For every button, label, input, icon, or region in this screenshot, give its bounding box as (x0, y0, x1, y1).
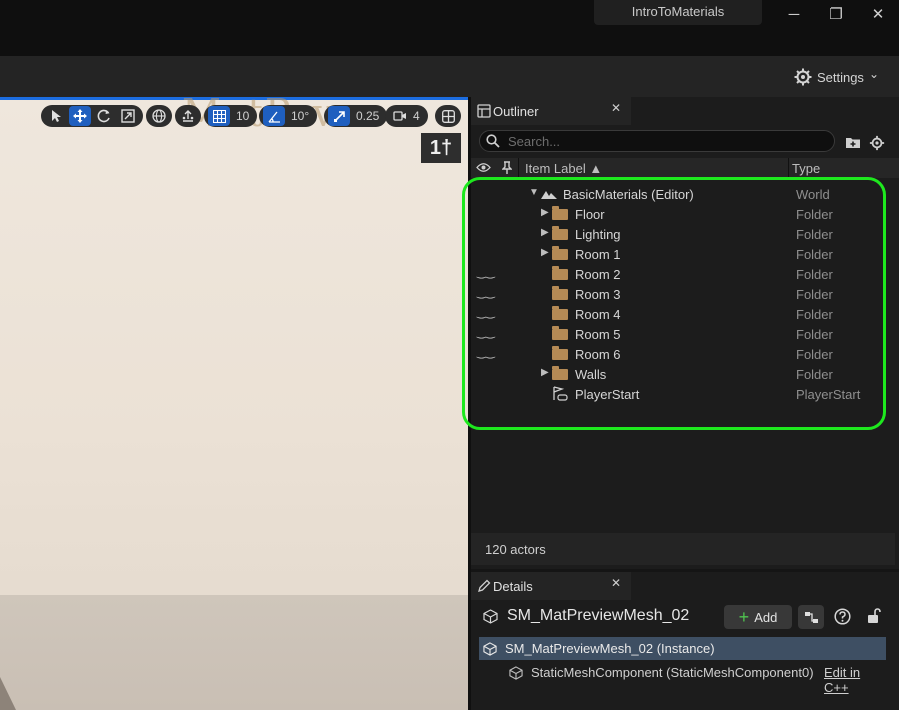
settings-label: Settings (816, 69, 864, 85)
outliner-close-button[interactable]: ✕ (611, 101, 621, 115)
lock-icon[interactable] (867, 608, 881, 624)
plus-icon: + (738, 607, 750, 627)
item-label-column[interactable]: Item Label ▲ (525, 161, 602, 176)
viewport-floor (0, 595, 468, 710)
window-title-bar: IntroToMaterials ─ ❐ ✕ (0, 0, 899, 56)
main-toolbar: Settings ⌄ (0, 56, 899, 97)
search-icon (486, 134, 500, 148)
blueprint-button[interactable] (798, 605, 824, 629)
scale-snap-icon (333, 110, 345, 122)
details-tab[interactable]: Details ✕ (471, 572, 631, 600)
add-component-button[interactable]: + Add (724, 605, 792, 629)
instance-label: SM_MatPreviewMesh_02 (Instance) (505, 641, 715, 656)
rotate-icon (97, 109, 110, 123)
window-title: IntroToMaterials (594, 0, 762, 25)
scale-snap-tools: 0.25 (324, 105, 388, 127)
minimize-button[interactable]: ─ (782, 4, 806, 26)
restore-button[interactable]: ❐ (824, 4, 848, 26)
surface-snap-tools (175, 105, 201, 127)
rotation-snap-toggle[interactable] (263, 106, 285, 126)
close-window-button[interactable]: ✕ (866, 4, 890, 26)
details-panel: Details ✕ SM_MatPreviewMesh_02 + Add SM_… (471, 572, 899, 710)
static-mesh-icon (483, 642, 497, 656)
surface-snap-icon (182, 110, 194, 122)
annotation-highlight-outline (462, 177, 886, 430)
cursor-icon (52, 110, 61, 122)
type-column[interactable]: Type (792, 161, 820, 176)
select-mode-button[interactable] (45, 106, 67, 126)
layout-tools (435, 105, 461, 127)
outliner-settings-icon[interactable] (869, 135, 885, 151)
world-space-button[interactable] (148, 106, 170, 126)
rotation-snap-tools: 10° (259, 105, 318, 127)
static-mesh-component-label: StaticMeshComponent (StaticMeshComponent… (531, 665, 814, 680)
grid-icon (212, 109, 226, 123)
static-mesh-icon (483, 609, 498, 624)
camera-icon (393, 111, 406, 121)
chevron-down-icon: ⌄ (868, 67, 879, 81)
outliner-tab[interactable]: Outliner ✕ (471, 97, 631, 125)
outliner-search-input[interactable] (506, 132, 810, 150)
blueprint-graph-icon (804, 611, 818, 623)
translate-mode-button[interactable] (69, 106, 91, 126)
actor-count: 120 actors (485, 542, 546, 557)
add-component-label: Add (754, 609, 778, 625)
component-row-instance[interactable]: SM_MatPreviewMesh_02 (Instance) (479, 637, 886, 660)
edit-in-cpp-link[interactable]: Edit in C++ (824, 665, 886, 695)
pin-column-icon[interactable] (502, 161, 512, 175)
details-close-button[interactable]: ✕ (611, 576, 621, 590)
viewport-layout-button[interactable] (437, 106, 459, 126)
rotation-snap-value[interactable]: 10° (287, 109, 313, 123)
globe-icon (152, 109, 166, 123)
transform-tools (41, 105, 143, 127)
outliner-footer: 120 actors (471, 533, 895, 565)
settings-button[interactable]: Settings ⌄ (794, 66, 879, 88)
details-tab-title: Details (493, 578, 533, 594)
static-mesh-component-icon (509, 666, 523, 680)
outliner-search-box[interactable] (479, 130, 835, 152)
visibility-column-eye-icon[interactable] (476, 162, 491, 173)
camera-speed-button[interactable] (389, 106, 411, 126)
rotate-mode-button[interactable] (93, 106, 115, 126)
camera-speed-tools: 4 (385, 105, 428, 127)
move-arrows-icon (73, 109, 87, 123)
layout-grid-icon (441, 109, 455, 123)
scale-snap-toggle[interactable] (328, 106, 350, 126)
outliner-tab-title: Outliner (493, 103, 539, 119)
viewport-view-badge[interactable]: 1† (421, 133, 461, 163)
gear-icon (794, 68, 812, 86)
camera-speed-value[interactable]: 4 (413, 109, 424, 123)
component-row-static-mesh[interactable]: StaticMeshComponent (StaticMeshComponent… (479, 661, 886, 695)
scale-icon (121, 109, 135, 123)
viewport-object-edge (0, 677, 16, 710)
surface-snapping-button[interactable] (177, 106, 199, 126)
scale-mode-button[interactable] (117, 106, 139, 126)
outliner-icon (477, 104, 491, 118)
grid-snap-toggle[interactable] (208, 106, 230, 126)
grid-snap-tools: 10 (204, 105, 258, 127)
level-viewport[interactable]: MatPrvw 10 (0, 97, 468, 710)
scale-snap-value[interactable]: 0.25 (352, 109, 383, 123)
help-icon[interactable] (834, 608, 851, 625)
add-folder-icon[interactable] (845, 135, 861, 149)
grid-snap-value[interactable]: 10 (232, 109, 253, 123)
details-object-name[interactable]: SM_MatPreviewMesh_02 (507, 607, 689, 625)
outliner-column-header: Item Label ▲ Type (471, 158, 899, 178)
coordinate-system-tools (146, 105, 172, 127)
details-pencil-icon (478, 579, 491, 592)
angle-icon (267, 111, 280, 123)
